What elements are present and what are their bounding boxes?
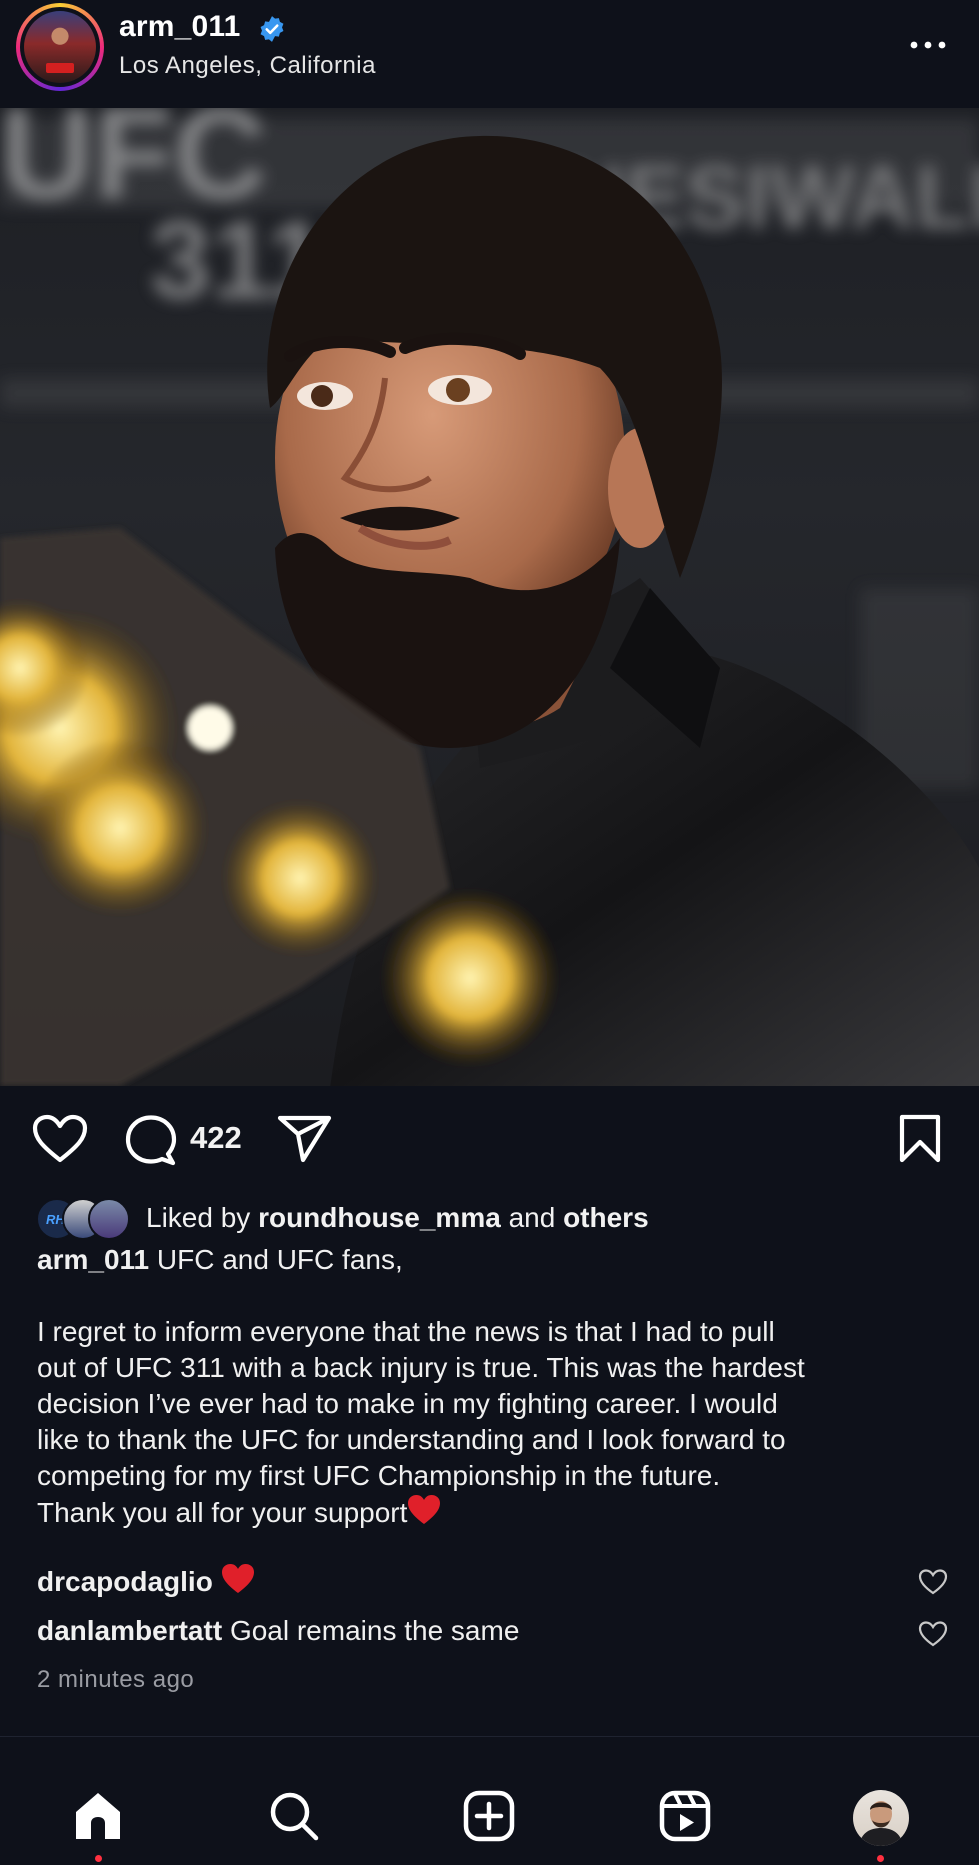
reels-icon[interactable] <box>659 1790 711 1842</box>
more-options-icon[interactable] <box>908 38 948 52</box>
caption-username[interactable]: arm_011 <box>37 1244 149 1275</box>
liker-avatar <box>88 1198 130 1240</box>
comment-like-heart-icon[interactable] <box>918 1620 948 1648</box>
profile-avatar[interactable] <box>16 3 104 91</box>
comment-text: Goal remains the same <box>229 1615 520 1646</box>
red-heart-emoji-icon <box>221 1564 254 1593</box>
caption-first-line: UFC and UFC fans, <box>156 1244 403 1275</box>
bookmark-icon[interactable] <box>898 1114 942 1164</box>
send-icon[interactable] <box>277 1114 333 1164</box>
caption-line: like to thank the UFC for understanding … <box>37 1424 786 1455</box>
comment-row: danlambertatt Goal remains the same <box>37 1615 937 1647</box>
post-caption: arm_011 UFC and UFC fans, I regret to in… <box>37 1242 957 1531</box>
profile-avatar-illustration <box>859 1801 903 1846</box>
caption-line: I regret to inform everyone that the new… <box>37 1316 775 1347</box>
home-notification-dot <box>95 1855 102 1862</box>
caption-line: Thank you all for your support <box>37 1497 408 1528</box>
comment-like-heart-icon[interactable] <box>918 1568 948 1596</box>
post-header: arm_011 Los Angeles, California <box>0 0 979 108</box>
likes-summary[interactable]: RH Liked by roundhouse_mma and others <box>36 1196 936 1240</box>
caption-line: decision I’ve ever had to make in my fig… <box>37 1388 778 1419</box>
liked-by-text: Liked by roundhouse_mma and others <box>146 1202 649 1233</box>
comment-username[interactable]: danlambertatt <box>37 1615 222 1646</box>
comment-row: drcapodaglio <box>37 1563 937 1598</box>
profile-notification-dot <box>877 1855 884 1862</box>
caption-line: out of UFC 311 with a back injury is tru… <box>37 1352 805 1383</box>
post-username[interactable]: arm_011 <box>119 10 241 44</box>
liked-by-others-link[interactable]: others <box>563 1202 649 1233</box>
liked-by-user-link[interactable]: roundhouse_mma <box>258 1202 501 1233</box>
comment-icon[interactable] <box>124 1114 178 1166</box>
search-icon[interactable] <box>268 1790 320 1842</box>
profile-icon[interactable] <box>853 1790 909 1846</box>
post-location[interactable]: Los Angeles, California <box>119 52 376 80</box>
create-icon[interactable] <box>463 1790 515 1842</box>
verified-badge-icon <box>260 16 284 42</box>
red-heart-emoji-icon <box>408 1495 441 1524</box>
post-photo-illustration: UFC 311 NESIWALI <box>0 108 979 1086</box>
comment-username[interactable]: drcapodaglio <box>37 1566 213 1597</box>
post-photo[interactable]: UFC 311 NESIWALI <box>0 108 979 1086</box>
comment-count[interactable]: 422 <box>190 1120 242 1156</box>
post-timestamp: 2 minutes ago <box>37 1666 195 1693</box>
home-icon[interactable] <box>72 1790 124 1842</box>
heart-icon[interactable] <box>32 1114 88 1164</box>
caption-line: competing for my first UFC Championship … <box>37 1460 721 1491</box>
